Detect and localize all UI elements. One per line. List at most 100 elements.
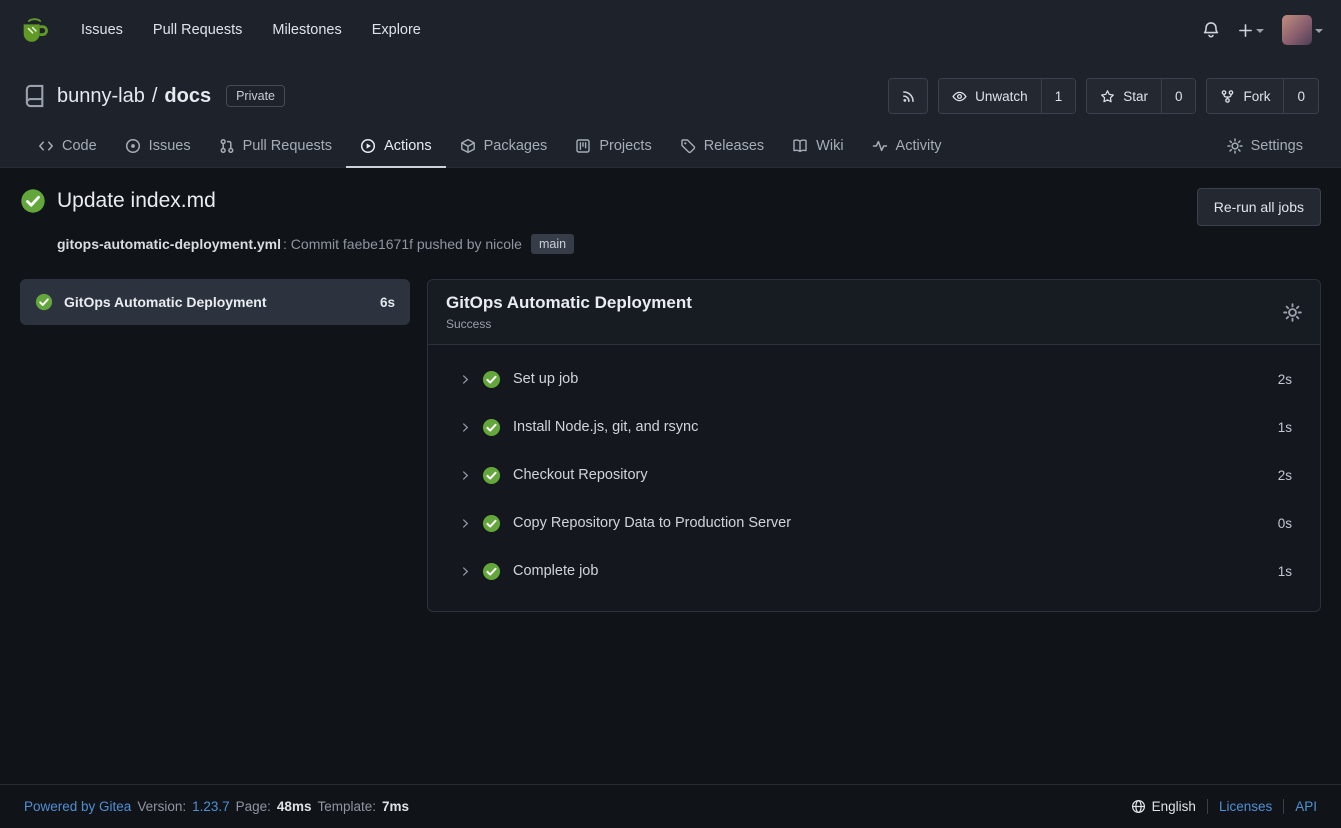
run-body: GitOps Automatic Deployment 6s GitOps Au… [20, 279, 1321, 612]
fork-button-group: Fork 0 [1206, 78, 1319, 114]
unwatch-button[interactable]: Unwatch [939, 79, 1041, 113]
job-list-item-selected[interactable]: GitOps Automatic Deployment 6s [20, 279, 410, 325]
nav-pull-requests[interactable]: Pull Requests [138, 0, 257, 60]
tab-wiki[interactable]: Wiki [778, 126, 857, 168]
tab-label: Code [62, 138, 97, 154]
step-row[interactable]: Copy Repository Data to Production Serve… [428, 499, 1320, 547]
workflow-file-name[interactable]: gitops-automatic-deployment.yml [57, 236, 281, 252]
chevron-right-icon [459, 565, 472, 578]
step-duration: 1s [1278, 564, 1292, 579]
footer-divider [1207, 799, 1208, 814]
tab-code[interactable]: Code [24, 126, 111, 168]
repo-breadcrumb: bunny-lab / docs [57, 85, 211, 108]
home-link[interactable] [18, 13, 52, 47]
branch-badge[interactable]: main [531, 234, 574, 254]
tab-label: Pull Requests [243, 138, 332, 154]
star-icon [1100, 89, 1115, 104]
globe-icon [1131, 799, 1146, 814]
gitea-logo-icon [18, 13, 52, 47]
template-time-value: 7ms [382, 799, 409, 814]
pulse-icon [872, 138, 888, 154]
powered-by-gitea-link[interactable]: Powered by Gitea [24, 799, 131, 814]
footer-left: Powered by Gitea Version: 1.23.7 Page: 4… [24, 799, 409, 814]
chevron-down-icon [1256, 29, 1264, 37]
footer-right: English Licenses API [1131, 799, 1317, 814]
repo-action-buttons: Unwatch 1 Star 0 [888, 78, 1319, 114]
step-row[interactable]: Complete job 1s [428, 547, 1320, 595]
repo-owner-link[interactable]: bunny-lab [57, 85, 145, 108]
repo-name-link[interactable]: docs [164, 85, 211, 108]
rss-feed-button[interactable] [888, 78, 928, 114]
user-menu-button[interactable] [1282, 15, 1323, 45]
version-link[interactable]: 1.23.7 [192, 799, 230, 814]
job-name: GitOps Automatic Deployment [64, 294, 267, 310]
unwatch-label: Unwatch [975, 89, 1028, 104]
tab-label: Packages [484, 138, 548, 154]
nav-explore[interactable]: Explore [357, 0, 436, 60]
tab-packages[interactable]: Packages [446, 126, 562, 168]
private-badge: Private [226, 85, 285, 107]
fork-button[interactable]: Fork [1207, 79, 1283, 113]
book-icon [792, 138, 808, 154]
issue-icon [125, 138, 141, 154]
user-avatar [1282, 15, 1312, 45]
notifications-button[interactable] [1202, 21, 1220, 39]
job-detail-card: GitOps Automatic Deployment Success [427, 279, 1321, 612]
api-link[interactable]: API [1295, 799, 1317, 814]
eye-icon [952, 89, 967, 104]
commit-info-text: : Commit faebe1671f pushed by nicole [283, 236, 522, 252]
language-label: English [1152, 799, 1196, 814]
step-row[interactable]: Set up job 2s [428, 355, 1320, 403]
tab-releases[interactable]: Releases [666, 126, 778, 168]
job-detail-header: GitOps Automatic Deployment Success [428, 280, 1320, 345]
footer-divider [1283, 799, 1284, 814]
fork-label: Fork [1243, 89, 1270, 104]
chevron-right-icon [459, 469, 472, 482]
tab-actions[interactable]: Actions [346, 126, 446, 168]
tab-issues[interactable]: Issues [111, 126, 205, 168]
language-selector[interactable]: English [1131, 799, 1196, 814]
licenses-link[interactable]: Licenses [1219, 799, 1272, 814]
job-detail-title: GitOps Automatic Deployment [446, 293, 692, 313]
job-list: GitOps Automatic Deployment 6s [20, 279, 410, 612]
step-duration: 2s [1278, 372, 1292, 387]
stars-count[interactable]: 0 [1161, 79, 1196, 113]
run-subtitle: gitops-automatic-deployment.yml : Commit… [57, 234, 1321, 254]
tab-label: Wiki [816, 138, 843, 154]
tab-label: Settings [1251, 138, 1303, 154]
fork-icon [1220, 89, 1235, 104]
plus-icon [1238, 23, 1253, 38]
job-options-button[interactable] [1283, 303, 1302, 322]
step-row[interactable]: Checkout Repository 2s [428, 451, 1320, 499]
create-new-button[interactable] [1238, 23, 1264, 38]
step-row[interactable]: Install Node.js, git, and rsync 1s [428, 403, 1320, 451]
repo-title-row: bunny-lab / docs Private [22, 76, 1319, 116]
tab-pull-requests[interactable]: Pull Requests [205, 126, 346, 168]
forks-count[interactable]: 0 [1283, 79, 1318, 113]
actions-run-page: Update index.md Re-run all jobs gitops-a… [0, 168, 1341, 612]
step-name: Complete job [513, 563, 598, 579]
run-header: Update index.md Re-run all jobs [20, 188, 1321, 226]
check-circle-icon [482, 418, 501, 437]
watchers-count[interactable]: 1 [1041, 79, 1076, 113]
run-title-row: Update index.md [20, 188, 216, 214]
check-circle-icon [482, 370, 501, 389]
chevron-right-icon [459, 421, 472, 434]
tab-activity[interactable]: Activity [858, 126, 956, 168]
star-button[interactable]: Star [1087, 79, 1161, 113]
repo-header: bunny-lab / docs Private [0, 60, 1341, 168]
tab-settings[interactable]: Settings [1213, 126, 1317, 168]
step-duration: 2s [1278, 468, 1292, 483]
chevron-right-icon [459, 517, 472, 530]
rss-icon [901, 89, 916, 104]
bell-icon [1202, 21, 1220, 39]
step-duration: 0s [1278, 516, 1292, 531]
star-button-group: Star 0 [1086, 78, 1196, 114]
step-name: Copy Repository Data to Production Serve… [513, 515, 791, 531]
tab-projects[interactable]: Projects [561, 126, 665, 168]
template-time-label: Template: [317, 799, 376, 814]
nav-issues[interactable]: Issues [66, 0, 138, 60]
step-name: Install Node.js, git, and rsync [513, 419, 698, 435]
nav-milestones[interactable]: Milestones [257, 0, 356, 60]
rerun-all-jobs-button[interactable]: Re-run all jobs [1197, 188, 1321, 226]
